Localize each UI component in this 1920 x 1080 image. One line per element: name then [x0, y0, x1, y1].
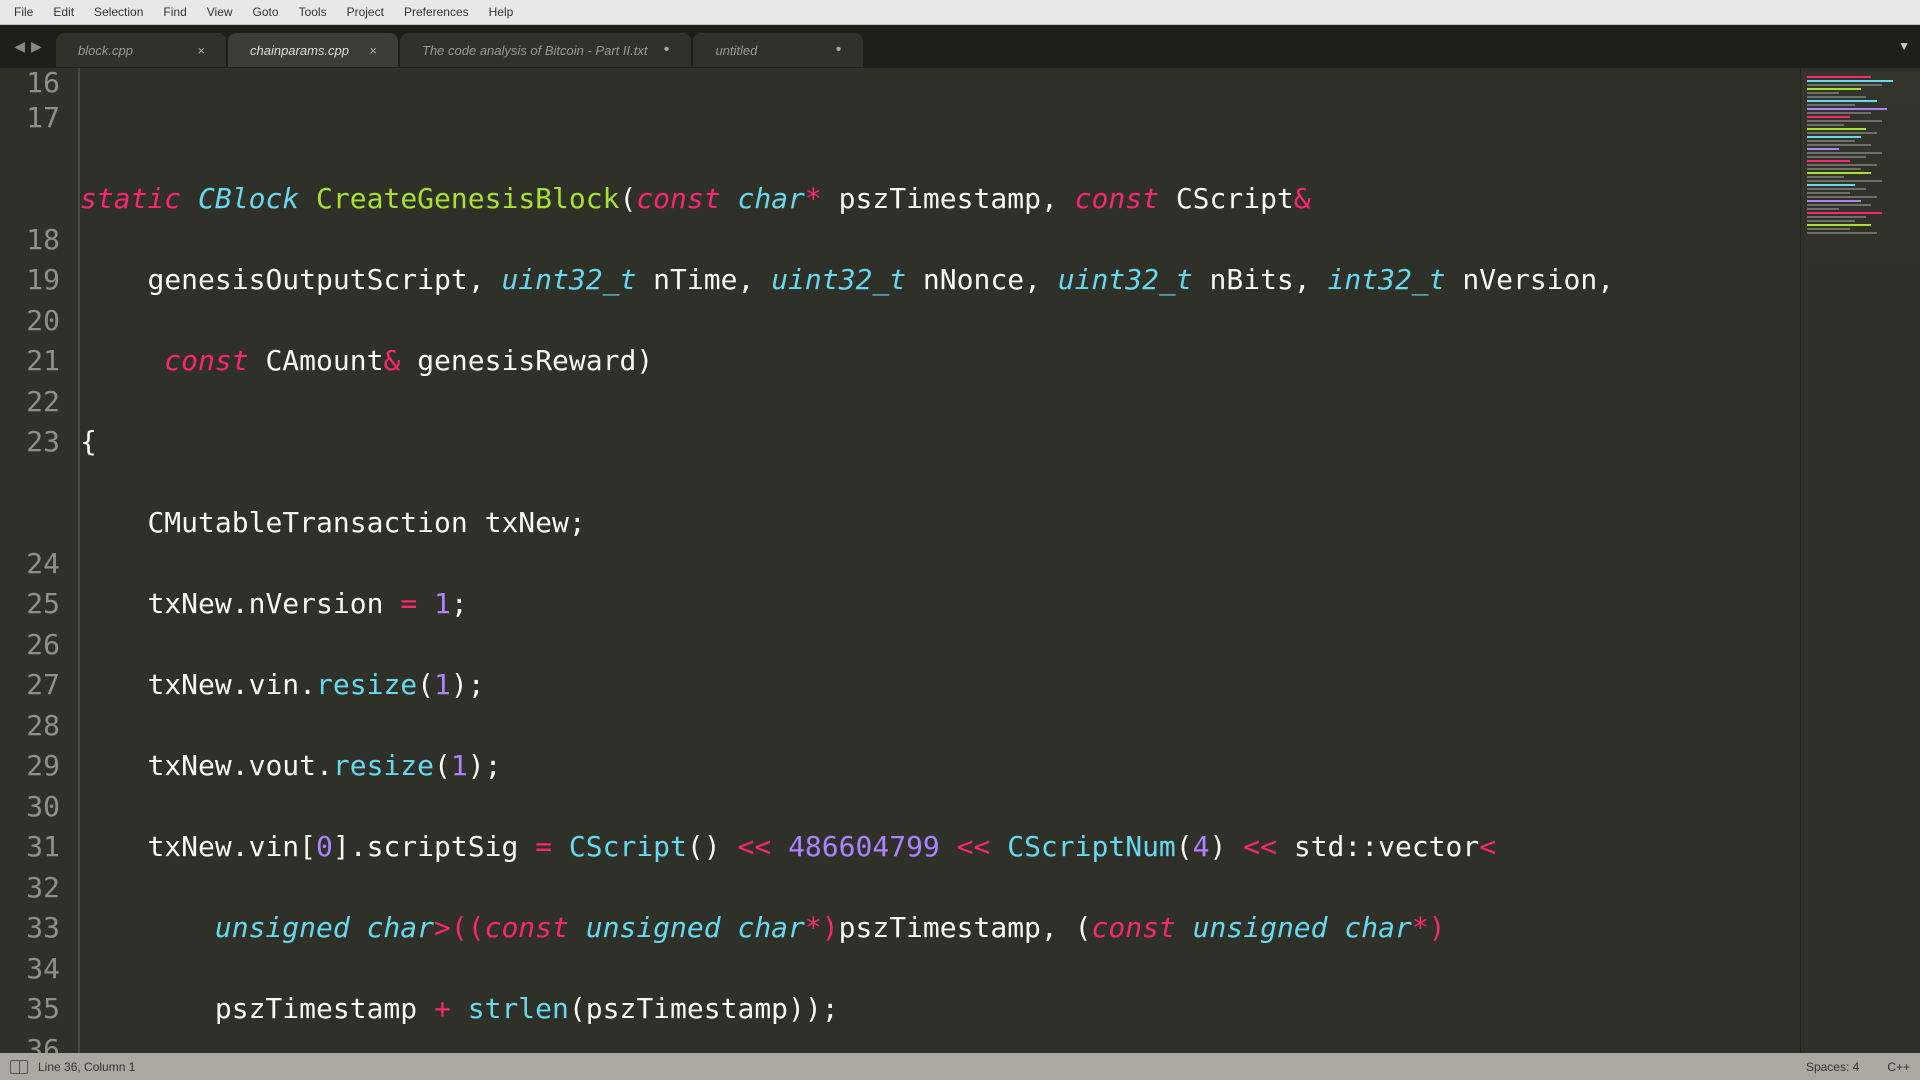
- line-number: 31: [0, 827, 60, 868]
- tab-analysis-txt[interactable]: The code analysis of Bitcoin - Part II.t…: [400, 33, 691, 67]
- minimap-content: [1807, 76, 1914, 236]
- nav-back-icon[interactable]: ◀: [14, 38, 25, 55]
- indent-setting[interactable]: Spaces: 4: [1806, 1060, 1859, 1074]
- tab-label: chainparams.cpp: [250, 43, 349, 58]
- minimap[interactable]: [1800, 68, 1920, 1053]
- menu-help[interactable]: Help: [479, 2, 524, 22]
- menu-find[interactable]: Find: [153, 2, 196, 22]
- menu-edit[interactable]: Edit: [43, 2, 84, 22]
- status-bar: Line 36, Column 1 Spaces: 4 C++: [0, 1053, 1920, 1080]
- line-number: [0, 179, 60, 220]
- close-icon[interactable]: ×: [194, 43, 208, 58]
- line-number: 33: [0, 908, 60, 949]
- line-number: 29: [0, 746, 60, 787]
- line-number: 25: [0, 584, 60, 625]
- line-number: 24: [0, 544, 60, 585]
- line-number: [0, 139, 60, 180]
- tab-chainparams-cpp[interactable]: chainparams.cpp ×: [228, 33, 398, 67]
- tab-bar: ◀ ▶ block.cpp × chainparams.cpp × The co…: [0, 25, 1920, 68]
- line-number: 27: [0, 665, 60, 706]
- line-number: 22: [0, 382, 60, 423]
- line-number: 35: [0, 989, 60, 1030]
- tab-label: block.cpp: [78, 43, 133, 58]
- panel-layout-icon[interactable]: [10, 1060, 28, 1074]
- menu-file[interactable]: File: [4, 2, 43, 22]
- menu-bar: File Edit Selection Find View Goto Tools…: [0, 0, 1920, 25]
- line-gutter: 16 17 18 19 20 21 22 23 24 25 26 27 28 2…: [0, 68, 76, 1053]
- line-number: 32: [0, 868, 60, 909]
- line-number: 19: [0, 260, 60, 301]
- menu-goto[interactable]: Goto: [243, 2, 289, 22]
- line-number: 26: [0, 625, 60, 666]
- dirty-icon: •: [831, 41, 845, 59]
- tab-label: The code analysis of Bitcoin - Part II.t…: [422, 43, 647, 58]
- menu-view[interactable]: View: [197, 2, 243, 22]
- line-number: 18: [0, 220, 60, 261]
- tab-dropdown-icon[interactable]: ▼: [1898, 39, 1910, 53]
- menu-project[interactable]: Project: [337, 2, 394, 22]
- nav-forward-icon[interactable]: ▶: [31, 38, 42, 55]
- line-number: 36: [0, 1030, 60, 1054]
- line-number: 20: [0, 301, 60, 342]
- line-number: 17: [0, 98, 60, 139]
- menu-tools[interactable]: Tools: [289, 2, 337, 22]
- code-editor[interactable]: static CBlock CreateGenesisBlock(const c…: [76, 68, 1800, 1053]
- line-number: 23: [0, 422, 60, 463]
- tab-label: untitled: [715, 43, 757, 58]
- tab-nav-arrows[interactable]: ◀ ▶: [0, 25, 56, 67]
- line-number: [0, 503, 60, 544]
- editor-area: 16 17 18 19 20 21 22 23 24 25 26 27 28 2…: [0, 68, 1920, 1053]
- syntax-language[interactable]: C++: [1887, 1060, 1910, 1074]
- line-number: 16: [0, 68, 60, 98]
- menu-selection[interactable]: Selection: [84, 2, 153, 22]
- close-icon[interactable]: ×: [366, 43, 380, 58]
- line-number: 34: [0, 949, 60, 990]
- tab-untitled[interactable]: untitled •: [693, 33, 863, 67]
- dirty-icon: •: [659, 41, 673, 59]
- line-number: [0, 463, 60, 504]
- tab-block-cpp[interactable]: block.cpp ×: [56, 33, 226, 67]
- line-number: 21: [0, 341, 60, 382]
- menu-preferences[interactable]: Preferences: [394, 2, 479, 22]
- line-number: 30: [0, 787, 60, 828]
- cursor-position[interactable]: Line 36, Column 1: [38, 1060, 135, 1074]
- line-number: 28: [0, 706, 60, 747]
